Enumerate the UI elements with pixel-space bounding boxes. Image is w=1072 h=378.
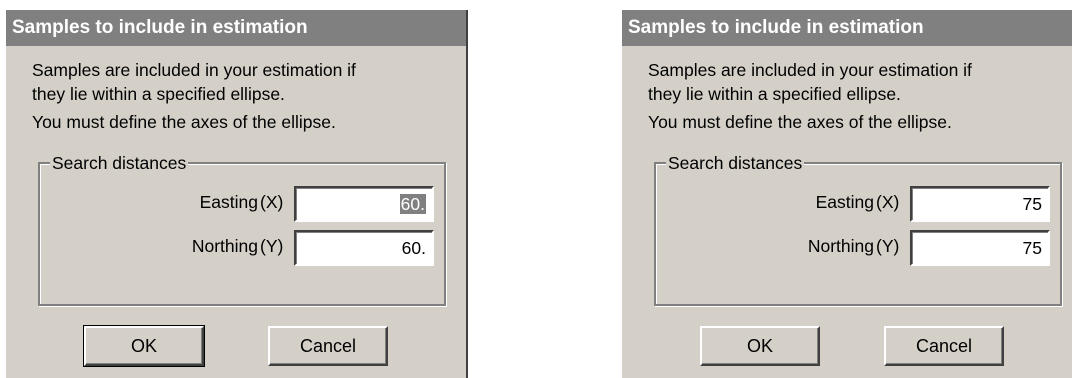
- cancel-button[interactable]: Cancel: [884, 326, 1004, 366]
- easting-axis-label: (X): [876, 192, 900, 212]
- dialog-samples-right: Samples to include in estimation Samples…: [622, 10, 1072, 378]
- northing-row: Northing (Y) 75: [656, 230, 1060, 266]
- search-distances-group: Search distances Easting (X) 60. Northin…: [38, 152, 446, 306]
- northing-axis-label: (Y): [260, 236, 284, 256]
- description-line: You must define the axes of the ellipse.: [648, 112, 952, 132]
- easting-row: Easting (X) 75: [656, 186, 1060, 222]
- northing-value: 75: [1022, 238, 1042, 258]
- northing-input[interactable]: 75: [910, 230, 1050, 266]
- easting-label: Easting: [815, 192, 874, 212]
- dialog-description: Samples are included in your estimation …: [648, 58, 972, 134]
- description-line: Samples are included in your estimation …: [648, 60, 972, 80]
- dialog-description: Samples are included in your estimation …: [32, 58, 356, 134]
- description-line: they lie within a specified ellipse.: [648, 84, 901, 104]
- northing-row: Northing (Y) 60.: [40, 230, 444, 266]
- northing-label: Northing: [191, 236, 258, 256]
- ok-button[interactable]: OK: [83, 325, 205, 367]
- easting-value: 75: [1022, 194, 1042, 214]
- dialog-samples-left: Samples to include in estimation Samples…: [6, 10, 468, 378]
- cancel-button[interactable]: Cancel: [268, 326, 388, 366]
- dialog-edge: [466, 10, 468, 378]
- dialog-title: Samples to include in estimation: [622, 10, 1072, 46]
- easting-input[interactable]: 60.: [294, 186, 434, 222]
- ok-button[interactable]: OK: [700, 326, 820, 366]
- easting-row: Easting (X) 60.: [40, 186, 444, 222]
- northing-axis-label: (Y): [876, 236, 900, 256]
- description-line: Samples are included in your estimation …: [32, 60, 356, 80]
- group-title: Search distances: [50, 152, 189, 174]
- easting-axis-label: (X): [260, 192, 284, 212]
- easting-input[interactable]: 75: [910, 186, 1050, 222]
- northing-value: 60.: [401, 238, 426, 258]
- easting-value: 60.: [399, 194, 426, 214]
- description-line: they lie within a specified ellipse.: [32, 84, 285, 104]
- group-title: Search distances: [666, 152, 805, 174]
- northing-label: Northing: [807, 236, 874, 256]
- dialog-title: Samples to include in estimation: [6, 10, 468, 46]
- easting-label: Easting: [199, 192, 258, 212]
- search-distances-group: Search distances Easting (X) 75 Northing…: [654, 152, 1062, 306]
- description-line: You must define the axes of the ellipse.: [32, 112, 336, 132]
- northing-input[interactable]: 60.: [294, 230, 434, 266]
